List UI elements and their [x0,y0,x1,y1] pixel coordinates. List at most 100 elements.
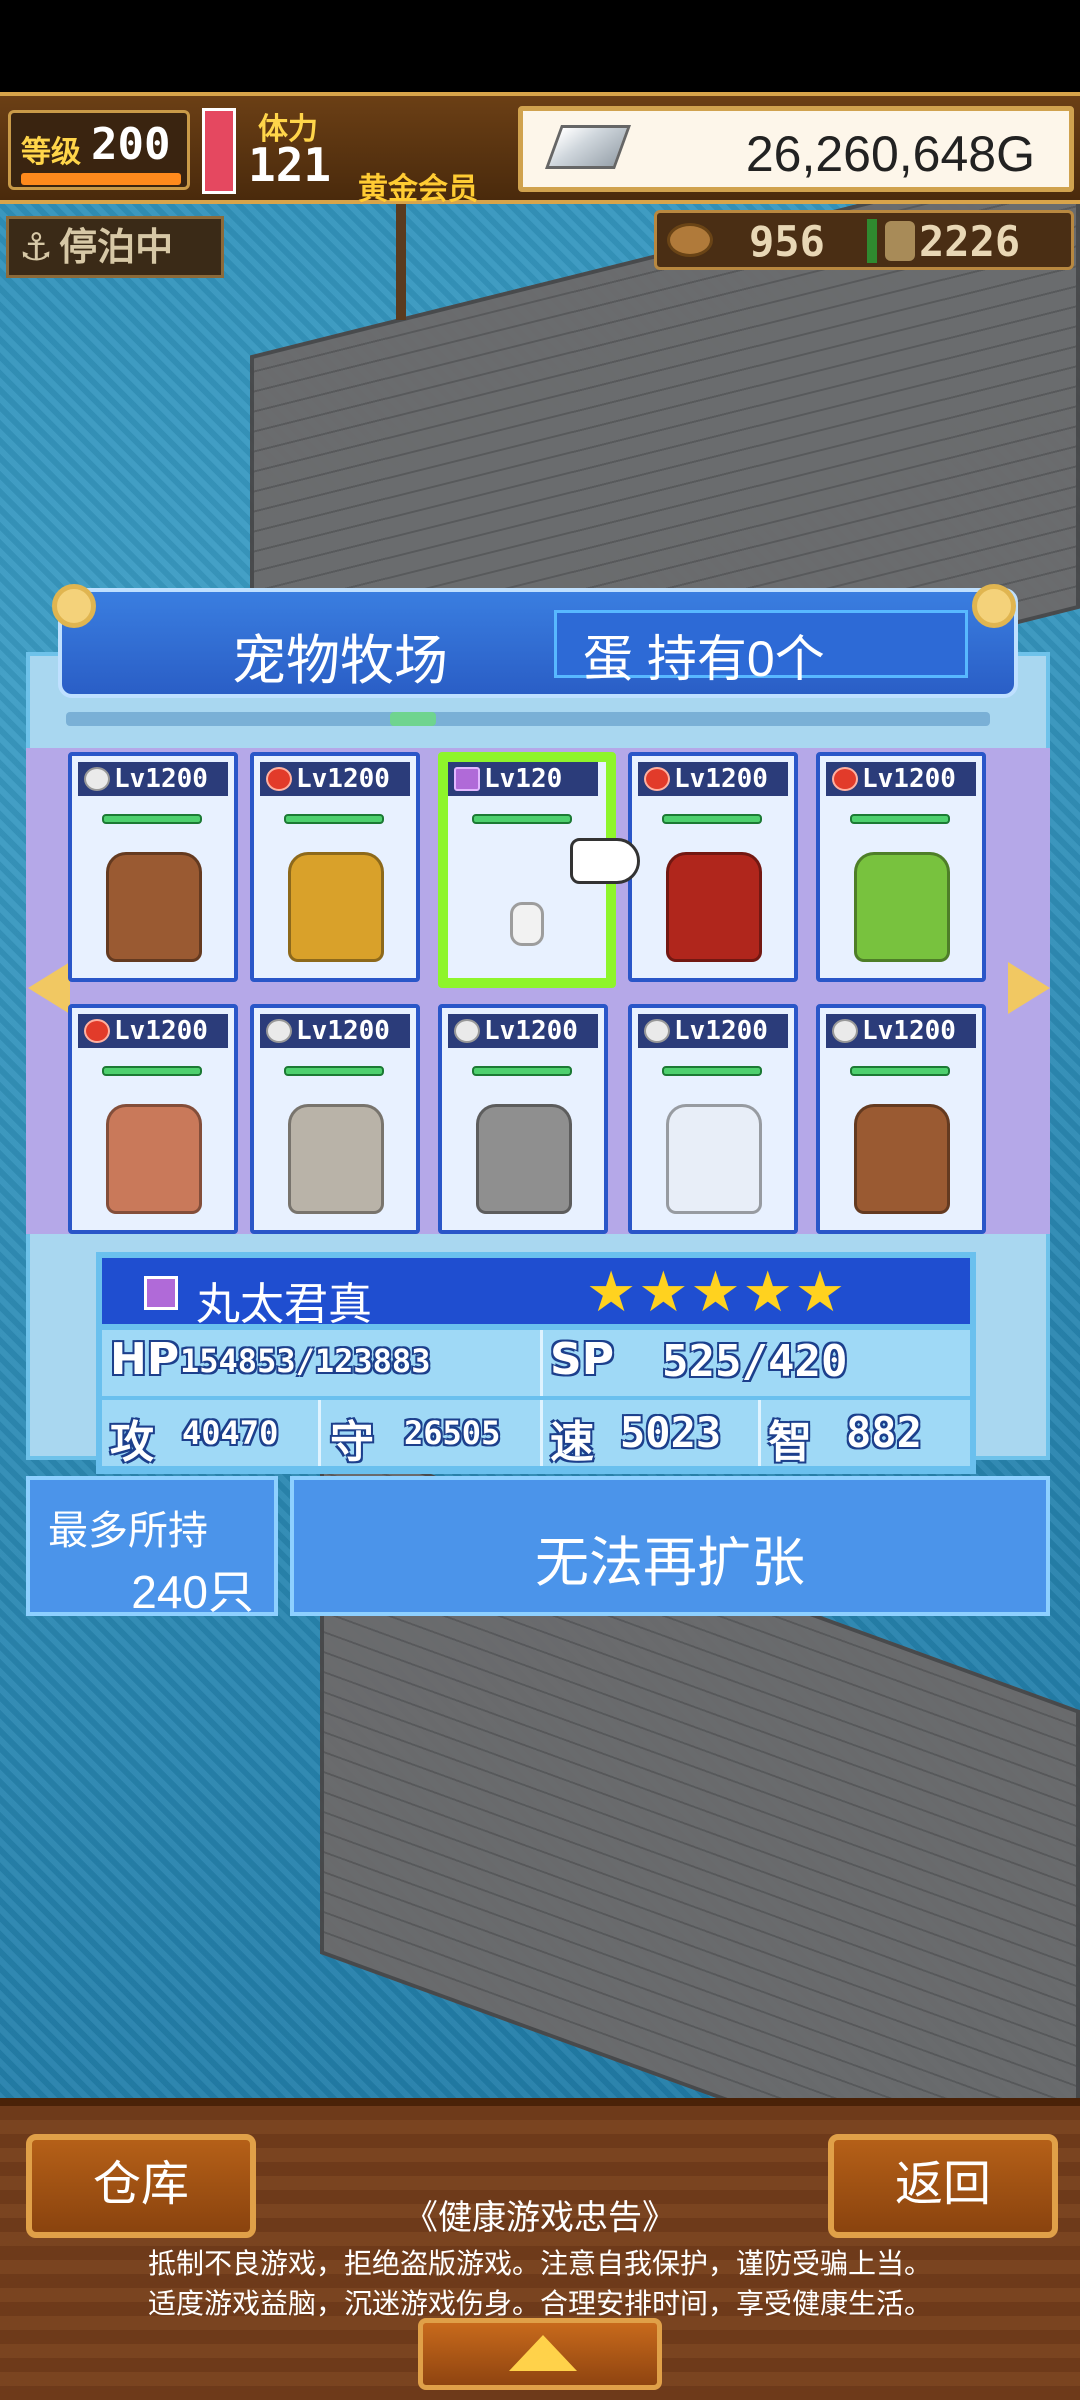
egg-count: 蛋 持有0个 [583,631,825,687]
neutral-element-icon [266,1019,292,1043]
pet-sprite-icon [666,852,762,962]
corner-ornament-icon [52,584,96,628]
fire-element-icon [266,767,292,791]
expand-button[interactable]: 无法再扩张 [290,1476,1050,1616]
capacity-box: 最多所持 240只 [26,1476,278,1618]
defense-value: 26505 [404,1414,501,1452]
pet-sprite-icon [854,1104,950,1214]
capacity-label: 最多所持 [48,1509,208,1553]
panel-title-bar: 宠物牧场 蛋 持有0个 [58,588,1018,698]
silver-bar-icon [544,125,632,169]
attack-label: 攻 [110,1417,154,1468]
corner-ornament-icon [972,584,1016,628]
pet-card[interactable]: Lv1200 [438,1004,608,1234]
intelligence-label: 智 [768,1417,812,1468]
pointing-hand-icon [570,838,640,884]
stat-divider [318,1400,321,1466]
speed-label: 速 [550,1417,594,1468]
membership-badge: 黄金会员 [358,172,478,207]
resource-divider [867,219,877,263]
pet-hp-bar [472,814,572,824]
neutral-element-icon [832,1019,858,1043]
egg-count-box: 蛋 持有0个 [554,610,968,687]
pet-hp-bar [850,814,950,824]
panel-title: 宠物牧场 [232,631,448,691]
up-arrow-icon [509,2335,577,2371]
attack-value: 40470 [182,1414,279,1452]
page-scroll-track[interactable] [66,712,990,726]
hp-label: HP [110,1334,180,1385]
pet-card[interactable]: Lv1200 [816,752,986,982]
pet-card[interactable]: Lv1200 [250,1004,420,1234]
pet-name: 丸太君真 [196,1280,372,1329]
pet-detail: 丸太君真 ★★★★★ HP 154853/123883 SP 525/420 攻… [96,1252,976,1474]
pet-sprite-icon [106,852,202,962]
stat-divider [540,1400,543,1466]
sp-value: 525/420 [662,1336,848,1387]
fish-icon [667,223,713,257]
money-value: 26,260,648G [745,126,1035,182]
neutral-element-icon [84,767,110,791]
pet-hp-bar [102,814,202,824]
pet-hp-bar [472,1066,572,1076]
pet-sprite-icon [666,1104,762,1214]
intelligence-value: 882 [846,1408,922,1457]
page-scroll-thumb[interactable] [390,712,436,726]
neutral-element-icon [454,1019,480,1043]
pet-hp-bar [662,814,762,824]
stat-row-hp-sp: HP 154853/123883 SP 525/420 [102,1330,970,1396]
wood-icon [885,221,915,261]
fire-element-icon [644,767,670,791]
pet-card[interactable]: Lv1200 [628,1004,798,1234]
stat-divider [758,1400,761,1466]
magic-element-icon [144,1276,178,1310]
health-advice-line2: 适度游戏益脑，沉迷游戏伤身。合理安排时间，享受健康生活。 [147,2288,932,2319]
stamina-value: 121 [248,138,332,192]
expand-menu-button[interactable] [418,2318,662,2390]
speed-value: 5023 [620,1408,722,1457]
pet-card[interactable]: Lv1200 [816,1004,986,1234]
pet-hp-bar [102,1066,202,1076]
level-box: 等级 200 [8,110,190,190]
hp-value: 154853/123883 [180,1342,431,1380]
money-box: 26,260,648G [518,106,1074,192]
magic-element-icon [454,767,480,791]
dock-status-text: 停泊中 [59,225,174,269]
resource1-value: 956 [749,217,825,266]
pet-sprite-icon [288,852,384,962]
resource2-value: 2226 [919,217,1021,266]
level-label: 等级 [21,136,81,169]
health-advice-line1: 抵制不良游戏，拒绝盗版游戏。注意自我保护，谨防受骗上当。 [147,2248,932,2279]
anchor-icon: ⚓ [19,225,54,269]
next-page-arrow-icon[interactable] [1008,962,1050,1014]
health-advice-title: 《健康游戏忠告》 [404,2199,676,2237]
fire-element-icon [832,767,858,791]
exp-bar [21,173,181,185]
pet-hp-bar [284,1066,384,1076]
pet-header: 丸太君真 ★★★★★ [102,1258,970,1329]
pet-hp-bar [850,1066,950,1076]
pet-card[interactable]: Lv1200 [68,1004,238,1234]
pet-sprite-icon [476,1104,572,1214]
prev-page-arrow-icon[interactable] [28,962,70,1014]
defense-label: 守 [330,1417,374,1468]
pet-card[interactable]: Lv1200 [68,752,238,982]
pet-sprite-icon [854,852,950,962]
pet-card[interactable]: Lv1200 [250,752,420,982]
rarity-stars: ★★★★★ [586,1260,848,1325]
neutral-element-icon [644,1019,670,1043]
pet-sprite-icon [288,1104,384,1214]
bottom-bar: 仓库 返回 《健康游戏忠告》 抵制不良游戏，拒绝盗版游戏。注意自我保护，谨防受骗… [0,2098,1080,2400]
capacity-value: 240只 [131,1566,254,1618]
stat-divider [540,1330,543,1396]
fire-element-icon [84,1019,110,1043]
pet-card[interactable]: Lv1200 [628,752,798,982]
stat-row-attributes: 攻 40470 守 26505 速 5023 智 882 [102,1400,970,1468]
dock-status-badge: ⚓ 停泊中 [6,216,224,278]
pet-sprite-icon [106,1104,202,1214]
resource-bar: 956 2226 [654,210,1074,270]
pet-sprite-icon [510,902,544,946]
stamina-gauge [202,108,236,194]
pet-hp-bar [284,814,384,824]
expand-button-label: 无法再扩张 [535,1533,805,1593]
